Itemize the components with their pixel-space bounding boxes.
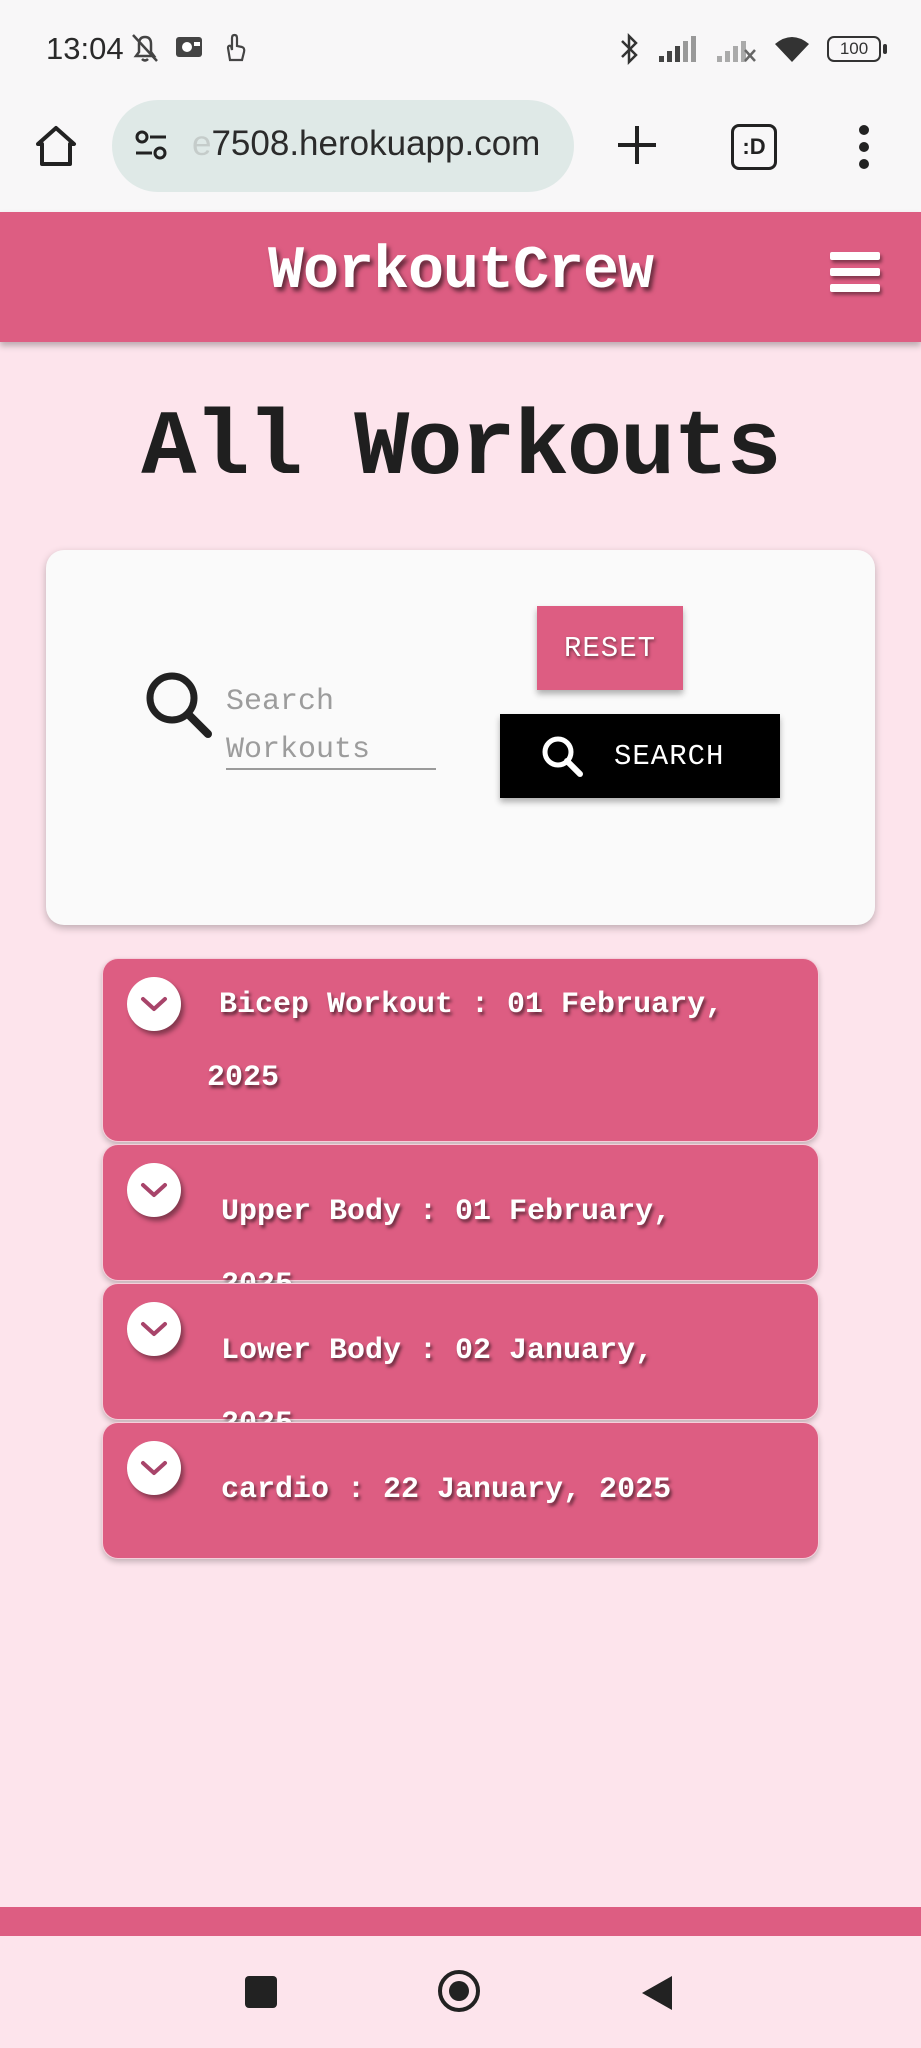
chevron-down-icon[interactable]: [127, 1441, 181, 1495]
recent-apps-icon[interactable]: [245, 1976, 277, 2008]
bluetooth-icon: [621, 32, 638, 66]
workout-list: Bicep Workout : 01 February, 2025 Upper …: [102, 958, 819, 1561]
more-menu-icon[interactable]: [853, 122, 875, 172]
workout-item[interactable]: Upper Body : 01 February, 2025: [102, 1144, 819, 1302]
status-right-icons: 100: [619, 32, 887, 66]
site-settings-icon[interactable]: [132, 126, 172, 166]
home-icon[interactable]: [32, 122, 80, 170]
chevron-down-icon[interactable]: [127, 1163, 181, 1217]
site-header: WorkoutCrew: [0, 212, 921, 342]
address-bar[interactable]: e7508.herokuapp.com: [112, 100, 574, 192]
search-card: RESET SEARCH: [46, 550, 875, 925]
chevron-down-icon[interactable]: [127, 1302, 181, 1356]
status-left-icons: [130, 32, 250, 64]
camera-message-icon: [176, 37, 202, 57]
workout-item[interactable]: cardio : 22 January, 2025: [102, 1422, 819, 1559]
url-fade-text: e: [192, 124, 212, 163]
wifi-icon: [775, 37, 809, 62]
site-logo-title[interactable]: WorkoutCrew: [0, 238, 921, 306]
workout-label: cardio : 22 January, 2025: [221, 1473, 672, 1507]
status-time: 13:04: [46, 31, 124, 66]
search-input[interactable]: [226, 678, 436, 770]
search-icon: [146, 672, 212, 738]
hamburger-line: [830, 284, 880, 292]
status-bar: 13:04 100: [0, 0, 921, 100]
signal-no-service-icon: [717, 41, 756, 62]
workout-label: Bicep Workout : 01 February, 2025: [207, 988, 724, 1095]
bell-off-icon: [132, 34, 158, 62]
workout-item[interactable]: Bicep Workout : 01 February, 2025: [102, 958, 819, 1142]
hamburger-line: [830, 268, 880, 276]
url-domain: 7508.herokuapp.com: [211, 124, 541, 163]
page-title: All Workouts: [141, 396, 782, 501]
site-footer: [0, 1907, 921, 1936]
browser-toolbar: e7508.herokuapp.com :D: [0, 100, 921, 212]
search-button[interactable]: SEARCH: [500, 714, 780, 798]
new-tab-icon[interactable]: [612, 120, 662, 170]
back-icon[interactable]: [640, 1974, 674, 2012]
home-nav-icon[interactable]: [436, 1968, 482, 2014]
battery-icon: 100: [827, 36, 887, 62]
reset-button[interactable]: RESET: [537, 606, 683, 690]
search-button-label: SEARCH: [614, 739, 725, 773]
system-nav-bar: [0, 1936, 921, 2048]
workout-item[interactable]: Lower Body : 02 January, 2025: [102, 1283, 819, 1441]
url-text: e7508.herokuapp.com: [192, 124, 562, 164]
tab-switcher-icon[interactable]: :D: [731, 124, 777, 170]
hamburger-menu-icon[interactable]: [830, 252, 880, 302]
hamburger-line: [830, 252, 880, 260]
chevron-down-icon[interactable]: [127, 977, 181, 1031]
signal-icon: [659, 36, 696, 62]
gesture-hand-icon: [226, 33, 246, 62]
search-button-icon: [542, 736, 583, 777]
